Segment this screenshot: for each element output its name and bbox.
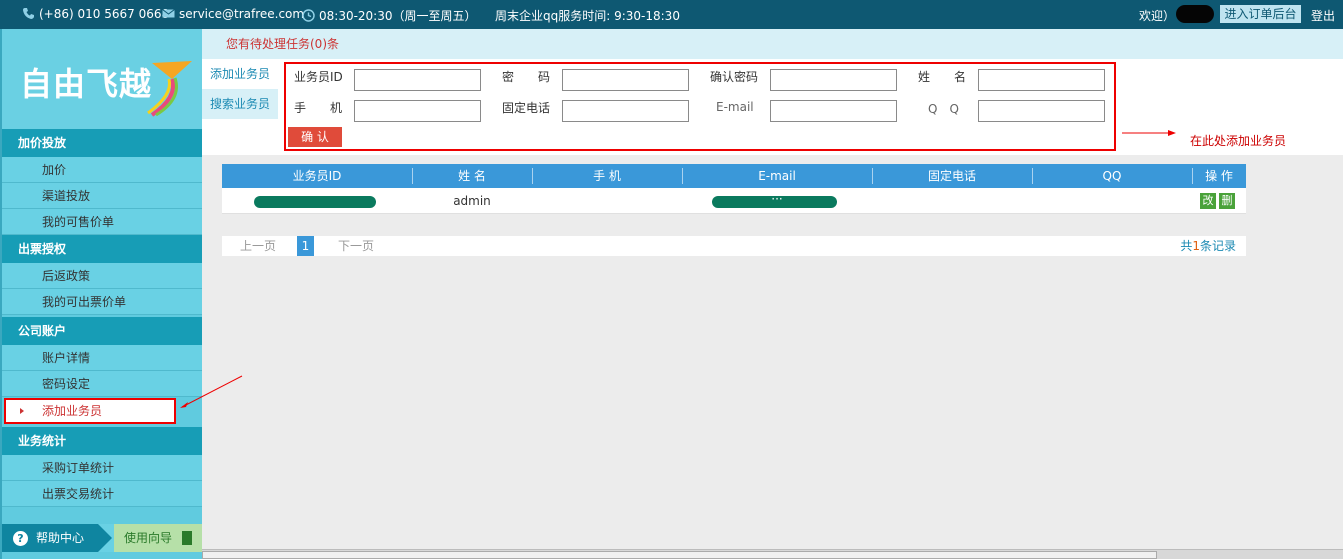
- active-arrow-icon: [20, 408, 24, 414]
- sidebar-item-purchase-stats[interactable]: 采购订单统计: [2, 455, 202, 481]
- pagination: 上一页 1 下一页 共1条记录: [222, 236, 1246, 256]
- table-header: 业务员ID 姓 名 手 机 E-mail 固定电话 QQ 操 作: [222, 164, 1246, 188]
- mail-icon: [162, 9, 175, 18]
- sidebar-item-sellable-prices[interactable]: 我的可售价单: [2, 209, 202, 235]
- total-records: 共1条记录: [1180, 236, 1236, 256]
- agent-id-input[interactable]: [354, 69, 481, 91]
- scrollbar-thumb[interactable]: [202, 551, 1157, 559]
- current-page[interactable]: 1: [297, 236, 314, 256]
- sidebar-item-account-details[interactable]: 账户详情: [2, 345, 202, 371]
- phone-info: (+86) 010 5667 0668: [22, 7, 169, 21]
- landline-input[interactable]: [562, 100, 689, 122]
- welcome-text: 欢迎）: [1139, 9, 1176, 23]
- confirm-button[interactable]: 确 认: [288, 127, 342, 147]
- redacted-username: [1176, 5, 1214, 23]
- tab-add-agent[interactable]: 添加业务员: [202, 59, 278, 89]
- sidebar: 自由飞越 加价投放 加价 渠道投放 我的可售价单 出票授权 后返政策 我的可出票…: [0, 29, 202, 559]
- hours-text: 08:30-20:30（周一至周五）: [319, 9, 477, 23]
- confirm-password-input[interactable]: [770, 69, 897, 91]
- sidebar-item-rebate-policy[interactable]: 后返政策: [2, 263, 202, 289]
- pending-tasks: 您有待处理任务(0)条: [202, 29, 1343, 59]
- hours-info: 08:30-20:30（周一至周五）: [302, 7, 477, 24]
- sidebar-item-add-agent[interactable]: 添加业务员: [4, 398, 176, 424]
- tab-search-agent[interactable]: 搜索业务员: [202, 89, 278, 119]
- agent-name: admin: [453, 194, 491, 208]
- qq-label: Q Q: [928, 102, 959, 116]
- sidebar-section-ticket-auth[interactable]: 出票授权: [2, 235, 202, 263]
- book-icon: [182, 531, 192, 545]
- total-suffix: 条记录: [1199, 239, 1236, 253]
- email-input[interactable]: [770, 100, 897, 122]
- logo-text: 自由飞越: [20, 65, 153, 103]
- sidebar-section-company-account[interactable]: 公司账户: [2, 317, 202, 345]
- sidebar-item-password[interactable]: 密码设定: [2, 371, 202, 397]
- next-page-button[interactable]: 下一页: [338, 236, 374, 256]
- help-icon: ?: [13, 531, 28, 546]
- sidebar-item-ticket-stats[interactable]: 出票交易统计: [2, 481, 202, 507]
- sidebar-item-label: 添加业务员: [42, 404, 103, 418]
- col-agent-id: 业务员ID: [292, 169, 342, 183]
- password-label: 密 码: [502, 70, 551, 84]
- annotation-arrow-form: [1122, 130, 1176, 136]
- qq-input[interactable]: [978, 100, 1105, 122]
- phone-text: (+86) 010 5667 0668: [39, 7, 170, 21]
- kite-icon: [147, 61, 192, 117]
- mobile-input[interactable]: [354, 100, 481, 122]
- sidebar-section-markup[interactable]: 加价投放: [2, 129, 202, 157]
- password-input[interactable]: [562, 69, 689, 91]
- landline-label: 固定电话: [502, 101, 551, 115]
- col-email: E-mail: [758, 169, 796, 183]
- logout-link[interactable]: 登出: [1311, 7, 1335, 24]
- total-prefix: 共: [1180, 239, 1193, 253]
- edit-button[interactable]: 改: [1200, 193, 1216, 209]
- horizontal-scrollbar[interactable]: [202, 549, 1343, 559]
- redacted-agent-id: [254, 196, 376, 208]
- user-guide-button[interactable]: 使用向导: [114, 524, 202, 552]
- delete-button[interactable]: 删: [1219, 193, 1235, 209]
- name-label: 姓 名: [918, 70, 967, 84]
- weekend-qq-text: 周末企业qq服务时间: 9:30-18:30: [495, 9, 680, 23]
- email-info: service@trafree.com: [162, 7, 304, 21]
- confirm-password-label: 确认密码: [710, 70, 759, 84]
- col-landline: 固定电话: [927, 169, 976, 183]
- help-center-button[interactable]: ? 帮助中心: [2, 524, 98, 552]
- table-row: admin ··· 改 删: [222, 188, 1246, 214]
- top-bar: (+86) 010 5667 0668 service@trafree.com …: [0, 0, 1343, 29]
- email-label: E-mail: [716, 100, 754, 114]
- sidebar-item-markup[interactable]: 加价: [2, 157, 202, 183]
- email-text: service@trafree.com: [179, 7, 305, 21]
- sidebar-section-stats[interactable]: 业务统计: [2, 427, 202, 455]
- help-bar: ? 帮助中心 使用向导: [2, 524, 202, 552]
- agents-table: 业务员ID 姓 名 手 机 E-mail 固定电话 QQ 操 作 admin ·…: [222, 164, 1246, 214]
- enter-backend-button[interactable]: 进入订单后台: [1220, 5, 1301, 23]
- col-actions: 操 作: [1205, 169, 1233, 183]
- phone-icon: [23, 8, 34, 19]
- agent-id-label: 业务员ID: [294, 70, 343, 84]
- sidebar-item-channel[interactable]: 渠道投放: [2, 183, 202, 209]
- annotation-arrow-sidebar: [180, 375, 243, 408]
- name-input[interactable]: [978, 69, 1105, 91]
- col-name: 姓 名: [458, 169, 486, 183]
- email-hint: ···: [771, 192, 783, 206]
- sidebar-item-ticketable-prices[interactable]: 我的可出票价单: [2, 289, 202, 315]
- col-qq: QQ: [1102, 169, 1122, 183]
- col-mobile: 手 机: [593, 169, 621, 183]
- help-arrow: [98, 524, 112, 552]
- mobile-label: 手 机: [294, 101, 343, 115]
- clock-icon: [302, 9, 315, 22]
- help-label: 帮助中心: [36, 531, 85, 545]
- prev-page-button[interactable]: 上一页: [240, 236, 276, 256]
- guide-label: 使用向导: [124, 531, 173, 545]
- logo: 自由飞越: [2, 29, 202, 129]
- total-count: 1: [1192, 239, 1200, 253]
- annotation-text: 在此处添加业务员: [1190, 134, 1287, 148]
